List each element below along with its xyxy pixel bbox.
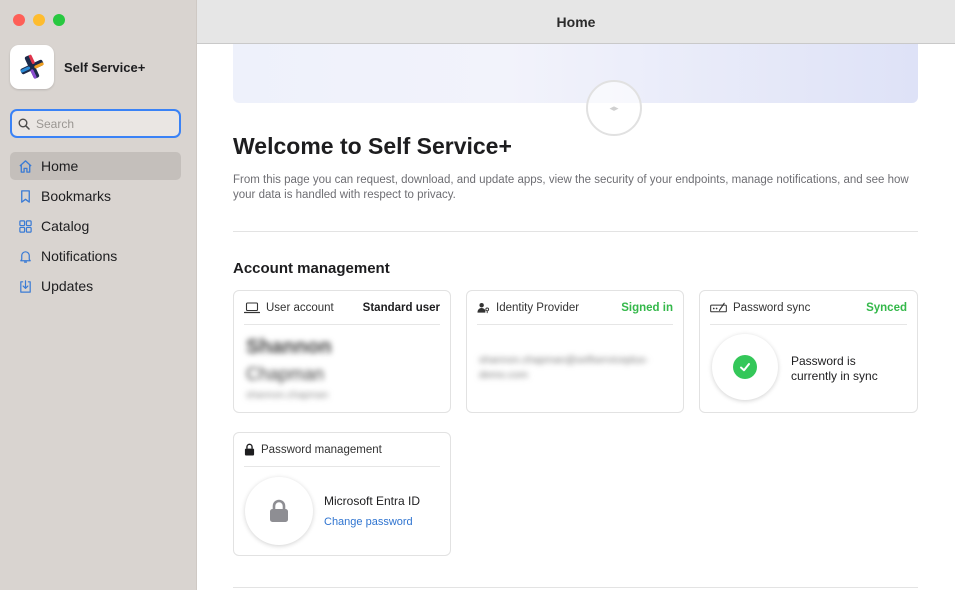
- sidebar-item-label: Home: [41, 158, 79, 174]
- user-account-status: Standard user: [362, 301, 440, 314]
- password-field-icon: [710, 302, 727, 312]
- card-header: User account Standard user: [244, 291, 440, 325]
- app-name: Self Service+: [64, 59, 146, 75]
- sidebar-item-bookmarks[interactable]: Bookmarks: [10, 182, 181, 210]
- card-header: Password sync Synced: [710, 291, 907, 325]
- checkmark-icon: [733, 355, 757, 379]
- sync-status-circle: [712, 334, 778, 400]
- main-content: ◂▸ Welcome to Self Service+ From this pa…: [197, 44, 955, 590]
- card-label: Identity Provider: [496, 301, 580, 314]
- lock-icon: [244, 443, 255, 456]
- minimize-window-button[interactable]: [33, 14, 45, 26]
- zoom-window-button[interactable]: [53, 14, 65, 26]
- sidebar: Self Service+ Home Bookmarks: [0, 0, 197, 590]
- sidebar-item-label: Updates: [41, 278, 94, 294]
- user-last-name: Chapman: [246, 364, 325, 384]
- app-logo: [10, 45, 54, 89]
- close-window-button[interactable]: [13, 14, 25, 26]
- person-key-icon: [477, 302, 490, 313]
- password-management-card: Password management Microsoft Entra ID C…: [233, 432, 451, 556]
- grid-icon: [19, 219, 32, 233]
- bell-icon: [20, 250, 31, 263]
- hero-banner: [233, 44, 918, 103]
- sidebar-nav: Home Bookmarks Catalog Notifications Upd…: [10, 152, 181, 302]
- lock-icon: [270, 499, 288, 522]
- account-section-title: Account management: [233, 260, 390, 277]
- page-title: Welcome to Self Service+: [233, 133, 512, 159]
- loading-spinner-icon: ◂▸: [586, 80, 642, 136]
- password-sync-card: Password sync Synced Password is current…: [699, 290, 918, 413]
- search-field[interactable]: [10, 109, 181, 138]
- password-sync-status: Synced: [866, 301, 907, 314]
- sidebar-item-label: Bookmarks: [41, 188, 112, 204]
- identity-provider-status: Signed in: [621, 301, 673, 314]
- divider: [233, 587, 918, 588]
- window-title: Home: [556, 13, 596, 30]
- sidebar-item-label: Catalog: [41, 218, 90, 234]
- card-label: Password sync: [733, 301, 811, 314]
- sidebar-item-label: Notifications: [41, 248, 118, 264]
- search-icon: [18, 118, 30, 130]
- search-input[interactable]: [36, 116, 166, 131]
- card-header: Identity Provider Signed in: [477, 291, 673, 325]
- download-tray-icon: [20, 279, 31, 293]
- card-label: Password management: [261, 443, 382, 456]
- title-bar: Home: [197, 0, 955, 44]
- sidebar-item-notifications[interactable]: Notifications: [10, 242, 181, 270]
- password-provider: Microsoft Entra ID: [324, 494, 421, 508]
- house-icon: [19, 159, 32, 173]
- sidebar-item-home[interactable]: Home: [10, 152, 181, 180]
- self-service-logo-icon: [20, 54, 44, 79]
- sidebar-item-updates[interactable]: Updates: [10, 272, 181, 300]
- laptop-icon: [244, 301, 260, 313]
- user-first-name: Shannon: [246, 336, 332, 358]
- identity-provider-card: Identity Provider Signed in shannon.chap…: [466, 290, 684, 413]
- card-header: Password management: [244, 433, 440, 467]
- intro-text: From this page you can request, download…: [233, 174, 909, 201]
- user-account-card: User account Standard user Shannon Chapm…: [233, 290, 451, 413]
- user-username: shannon.chapman: [246, 390, 329, 401]
- divider: [233, 231, 918, 232]
- app-header: Self Service+: [10, 45, 145, 89]
- card-label: User account: [266, 301, 334, 314]
- bookmark-icon: [21, 189, 30, 203]
- password-sync-message: Password is currently in sync: [791, 354, 878, 383]
- password-lock-circle: [245, 477, 313, 545]
- window-controls: [13, 14, 65, 26]
- identity-provider-account: shannon.chapman@selfserviceplus-demo.com: [479, 354, 649, 381]
- sidebar-item-catalog[interactable]: Catalog: [10, 212, 181, 240]
- change-password-link[interactable]: Change password: [324, 516, 413, 528]
